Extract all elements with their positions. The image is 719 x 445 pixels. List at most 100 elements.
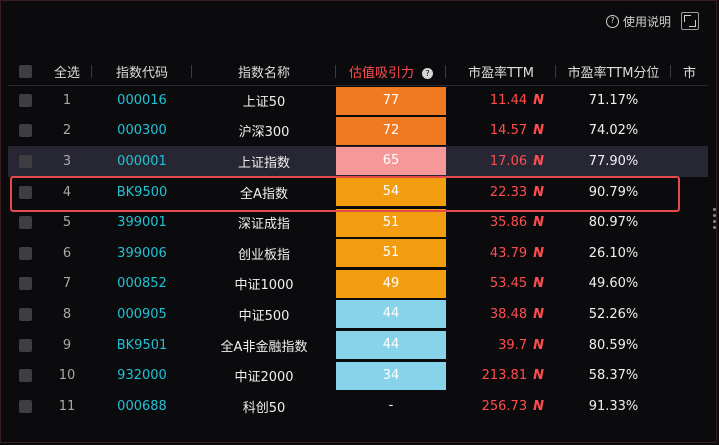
table-row[interactable]: 8 000905 中证500 44 38.48 N 52.26% — [8, 299, 708, 330]
index-code[interactable]: 000016 — [92, 85, 192, 116]
attraction-score: 51 — [336, 239, 446, 268]
index-code[interactable]: BK9501 — [92, 330, 192, 361]
pe-value: 39.7 — [498, 337, 528, 353]
scrollbar-handle[interactable] — [711, 208, 717, 234]
header-code[interactable]: 指数代码 — [92, 58, 192, 86]
select-all-checkbox[interactable] — [18, 64, 32, 78]
pe-cell: 256.73 N — [446, 391, 556, 422]
index-name[interactable]: 中证2000 — [192, 360, 336, 391]
index-name[interactable]: 中证500 — [192, 299, 336, 330]
attraction-cell: - — [336, 391, 446, 422]
trend-icon[interactable]: N — [533, 246, 544, 261]
row-checkbox[interactable] — [18, 246, 32, 260]
attraction-score: 34 — [336, 361, 446, 390]
row-checkbox[interactable] — [18, 338, 32, 352]
row-checkbox[interactable] — [18, 216, 32, 230]
trend-icon[interactable]: N — [533, 123, 544, 138]
row-checkbox-cell[interactable] — [8, 391, 42, 422]
attraction-score: 65 — [336, 147, 446, 176]
row-checkbox-cell[interactable] — [8, 146, 42, 177]
table-row[interactable]: 6 399006 创业板指 51 43.79 N 26.10% — [8, 238, 708, 269]
index-code[interactable]: 000905 — [92, 299, 192, 330]
trend-icon[interactable]: N — [533, 276, 544, 291]
pe-value: 14.57 — [489, 123, 528, 139]
attraction-score: 77 — [336, 86, 446, 115]
pe-percentile: 49.60% — [588, 276, 639, 292]
table-row[interactable]: 7 000852 中证1000 49 53.45 N 49.60% — [8, 269, 708, 300]
pe-cell: 213.81 N — [446, 360, 556, 391]
attraction-cell: 72 — [336, 116, 446, 147]
trend-icon[interactable]: N — [533, 154, 544, 169]
attraction-score: 44 — [336, 331, 446, 360]
row-checkbox[interactable] — [18, 154, 32, 168]
index-name[interactable]: 创业板指 — [192, 238, 336, 269]
index-name[interactable]: 全A非金融指数 — [192, 330, 336, 361]
header-extra[interactable]: 市 — [671, 58, 708, 86]
pe-value: 11.44 — [489, 93, 528, 109]
attraction-cell: 65 — [336, 146, 446, 177]
row-checkbox[interactable] — [18, 277, 32, 291]
pe-percentile: 71.17% — [588, 93, 639, 109]
row-checkbox-cell[interactable] — [8, 116, 42, 147]
trend-icon[interactable]: N — [533, 399, 544, 414]
row-checkbox[interactable] — [18, 307, 32, 321]
attraction-score: - — [388, 398, 394, 414]
header-name[interactable]: 指数名称 — [192, 58, 336, 86]
table-row[interactable]: 1 000016 上证50 77 11.44 N 71.17% — [8, 85, 708, 116]
index-name[interactable]: 科创50 — [192, 391, 336, 422]
row-index: 9 — [62, 337, 72, 353]
trend-icon[interactable]: N — [533, 338, 544, 353]
row-checkbox-cell[interactable] — [8, 85, 42, 116]
extra-cell — [671, 85, 708, 116]
index-name[interactable]: 中证1000 — [192, 269, 336, 300]
index-code[interactable]: 000300 — [92, 116, 192, 147]
row-checkbox-cell[interactable] — [8, 238, 42, 269]
index-name[interactable]: 上证指数 — [192, 146, 336, 177]
index-code[interactable]: 932000 — [92, 360, 192, 391]
attraction-cell: 77 — [336, 85, 446, 116]
index-code[interactable]: 399006 — [92, 238, 192, 269]
table-row[interactable]: 3 000001 上证指数 65 17.06 N 77.90% — [8, 146, 708, 177]
trend-icon[interactable]: N — [533, 307, 544, 322]
pe-percentile: 74.02% — [588, 123, 639, 139]
row-checkbox[interactable] — [18, 124, 32, 138]
table-row[interactable]: 9 BK9501 全A非金融指数 44 39.7 N 80.59% — [8, 330, 708, 361]
table-row[interactable]: 10 932000 中证2000 34 213.81 N 58.37% — [8, 360, 708, 391]
row-checkbox-cell[interactable] — [8, 360, 42, 391]
table-row[interactable]: 2 000300 沪深300 72 14.57 N 74.02% — [8, 116, 708, 147]
index-code[interactable]: 000688 — [92, 391, 192, 422]
index-name[interactable]: 沪深300 — [192, 116, 336, 147]
index-name[interactable]: 上证50 — [192, 85, 336, 116]
row-checkbox-cell[interactable] — [8, 299, 42, 330]
table-row[interactable]: 11 000688 科创50 - 256.73 N 91.33% — [8, 391, 708, 422]
help-link[interactable]: ? 使用说明 — [605, 13, 671, 30]
pe-percentile: 91.33% — [588, 398, 639, 414]
pe-cell: 14.57 N — [446, 116, 556, 147]
index-code[interactable]: 000001 — [92, 146, 192, 177]
header-pe-percentile[interactable]: 市盈率TTM分位 — [556, 58, 671, 86]
row-checkbox[interactable] — [18, 94, 32, 108]
header-pe[interactable]: 市盈率TTM — [446, 58, 556, 86]
pe-cell: 38.48 N — [446, 299, 556, 330]
trend-icon[interactable]: N — [533, 368, 544, 383]
attraction-cell: 44 — [336, 330, 446, 361]
header-select-all[interactable]: 全选 — [42, 58, 92, 86]
trend-icon[interactable]: N — [533, 215, 544, 230]
header-attraction[interactable]: 估值吸引力? — [336, 58, 446, 86]
info-icon[interactable]: ? — [422, 67, 433, 79]
row-checkbox[interactable] — [18, 399, 32, 413]
row-checkbox-cell[interactable] — [8, 330, 42, 361]
row-checkbox[interactable] — [18, 369, 32, 383]
pe-value: 17.06 — [489, 153, 528, 169]
row-checkbox-cell[interactable] — [8, 269, 42, 300]
index-code[interactable]: 000852 — [92, 269, 192, 300]
attraction-cell: 51 — [336, 238, 446, 269]
pe-value: 213.81 — [481, 368, 528, 384]
attraction-cell: 49 — [336, 269, 446, 300]
fullscreen-icon[interactable] — [681, 12, 699, 30]
trend-icon[interactable]: N — [533, 93, 544, 108]
select-all-checkbox-cell[interactable] — [8, 58, 42, 86]
extra-cell — [671, 391, 708, 422]
index-table: 全选 指数代码 指数名称 估值吸引力? 市盈率TTM 市盈率TTM分位 市 10… — [8, 58, 708, 422]
row-index: 3 — [62, 153, 72, 169]
